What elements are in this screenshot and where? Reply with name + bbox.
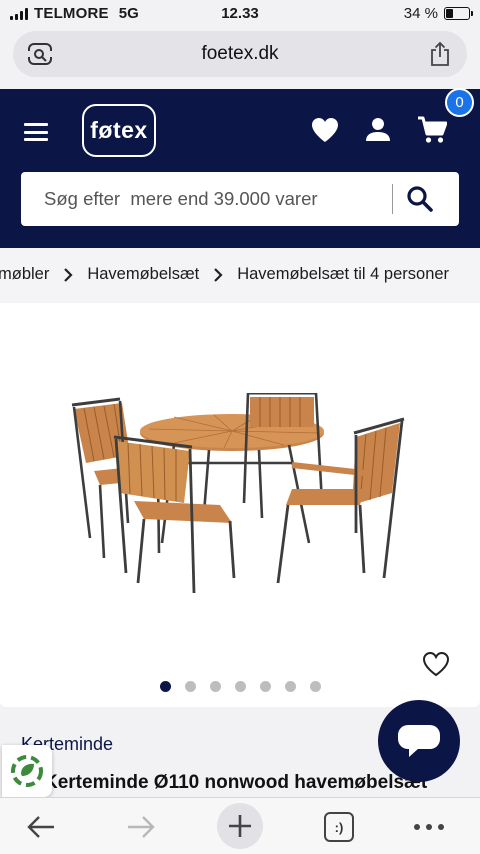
product-title: Kerteminde Ø110 nonwood havemøbelsæt — [44, 772, 428, 793]
carousel-dot[interactable] — [310, 681, 321, 692]
user-account-icon[interactable] — [366, 117, 390, 143]
sustainability-badge[interactable] — [2, 745, 52, 797]
carousel-dots[interactable] — [160, 681, 321, 692]
search-box — [21, 172, 459, 226]
breadcrumb: møbler Havemøbelsæt Havemøbelsæt til 4 p… — [0, 248, 480, 302]
search-icon[interactable] — [406, 185, 434, 213]
status-bar: TELMORE 5G 12.33 34 % — [0, 0, 480, 28]
add-to-favorites-heart-icon[interactable] — [422, 651, 450, 677]
carousel-dot[interactable] — [185, 681, 196, 692]
eco-leaf-icon — [11, 755, 43, 787]
favorites-heart-icon[interactable] — [311, 117, 339, 143]
forward-button[interactable] — [124, 810, 158, 844]
tabs-button[interactable]: :) — [322, 810, 356, 844]
new-tab-button[interactable] — [217, 803, 263, 849]
search-divider — [392, 184, 393, 214]
back-button[interactable] — [24, 810, 58, 844]
share-icon[interactable] — [429, 41, 451, 67]
menu-icon[interactable] — [24, 123, 48, 141]
browser-toolbar: :) — [0, 797, 480, 854]
shopping-cart-icon[interactable] — [417, 116, 447, 144]
cart-count-badge[interactable]: 0 — [445, 88, 474, 117]
chevron-right-icon — [214, 267, 223, 282]
more-menu-button[interactable] — [412, 810, 446, 844]
plus-icon — [229, 815, 251, 837]
carousel-dot[interactable] — [235, 681, 246, 692]
address-bar[interactable]: foetex.dk — [13, 31, 467, 77]
product-gallery[interactable] — [0, 303, 480, 707]
site-header: føtex — [0, 89, 480, 248]
breadcrumb-item[interactable]: Havemøbelsæt — [87, 265, 199, 284]
carousel-dot[interactable] — [210, 681, 221, 692]
product-image[interactable] — [64, 393, 414, 593]
more-dots-icon — [414, 824, 444, 830]
search-input[interactable] — [21, 172, 391, 226]
url-domain[interactable]: foetex.dk — [13, 43, 467, 65]
carousel-dot[interactable] — [160, 681, 171, 692]
chat-button[interactable] — [378, 700, 460, 782]
carousel-dot[interactable] — [260, 681, 271, 692]
tabs-count: :) — [324, 812, 354, 842]
foetex-logo[interactable]: føtex — [82, 104, 156, 157]
carousel-dot[interactable] — [285, 681, 296, 692]
battery-icon — [444, 7, 473, 20]
breadcrumb-item[interactable]: møbler — [0, 265, 49, 284]
breadcrumb-item[interactable]: Havemøbelsæt til 4 personer — [237, 265, 449, 284]
arrow-left-icon — [27, 816, 54, 838]
chevron-right-icon — [64, 267, 73, 282]
chat-bubble-icon — [398, 725, 440, 757]
arrow-right-icon — [128, 816, 155, 838]
battery-percentage: 34 % — [403, 5, 438, 22]
